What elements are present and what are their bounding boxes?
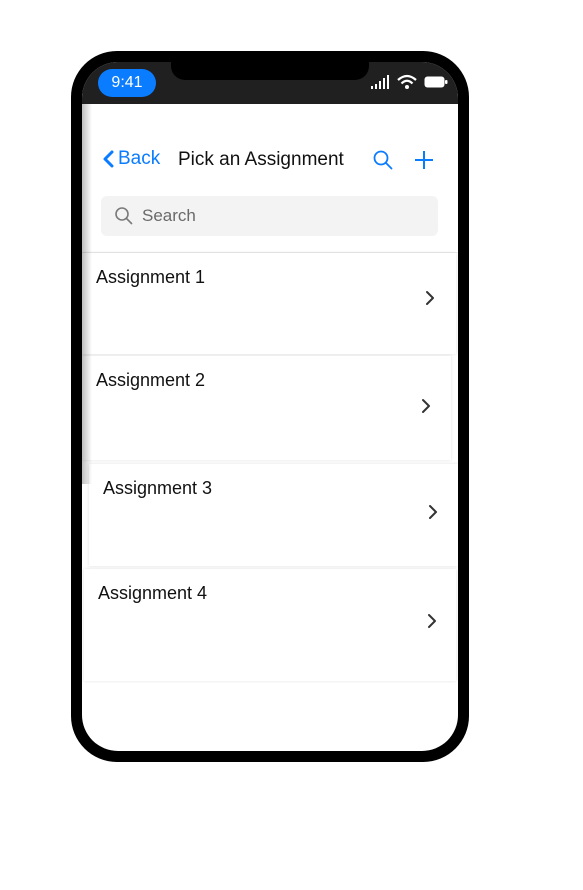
status-time: 9:41 <box>98 69 156 97</box>
wifi-icon <box>397 74 417 89</box>
phone-screen: 9:41 Back Pick an Assignment Search Assi… <box>82 62 458 751</box>
chevron-left-icon <box>103 150 114 168</box>
chevron-right-icon <box>422 399 430 413</box>
plus-icon <box>415 151 433 169</box>
chevron-right-icon <box>428 614 436 628</box>
assignment-label: Assignment 4 <box>98 583 208 603</box>
search-input[interactable] <box>140 205 404 227</box>
battery-icon <box>424 76 448 88</box>
search-icon <box>115 207 133 225</box>
status-icons <box>370 72 448 92</box>
back-label: Back <box>118 148 161 169</box>
chevron-right-icon <box>426 291 434 305</box>
list-item-assignment-1[interactable]: Assignment 1 <box>82 253 456 354</box>
assignment-label: Assignment 1 <box>96 267 206 287</box>
list-item-assignment-2[interactable]: Assignment 2 <box>82 356 451 460</box>
phone-frame: 9:41 Back Pick an Assignment Search Assi… <box>71 51 469 762</box>
status-bar: 9:41 <box>82 62 458 104</box>
notch <box>171 62 369 80</box>
assignment-label: Assignment 2 <box>96 370 206 390</box>
list-item-assignment-3[interactable]: Assignment 3 <box>89 464 458 566</box>
search-button[interactable] <box>373 150 393 175</box>
search-field[interactable] <box>101 196 438 236</box>
add-button[interactable] <box>414 150 434 175</box>
assignment-label: Assignment 3 <box>103 478 213 498</box>
list-item-assignment-4[interactable]: Assignment 4 <box>84 569 456 681</box>
chevron-right-icon <box>429 505 437 519</box>
back-button[interactable]: Back <box>102 148 160 170</box>
page-title: Pick an Assignment <box>178 149 344 170</box>
navigation-header: Back Pick an Assignment <box>82 104 458 253</box>
search-icon <box>373 150 393 170</box>
signal-icon <box>371 75 389 89</box>
